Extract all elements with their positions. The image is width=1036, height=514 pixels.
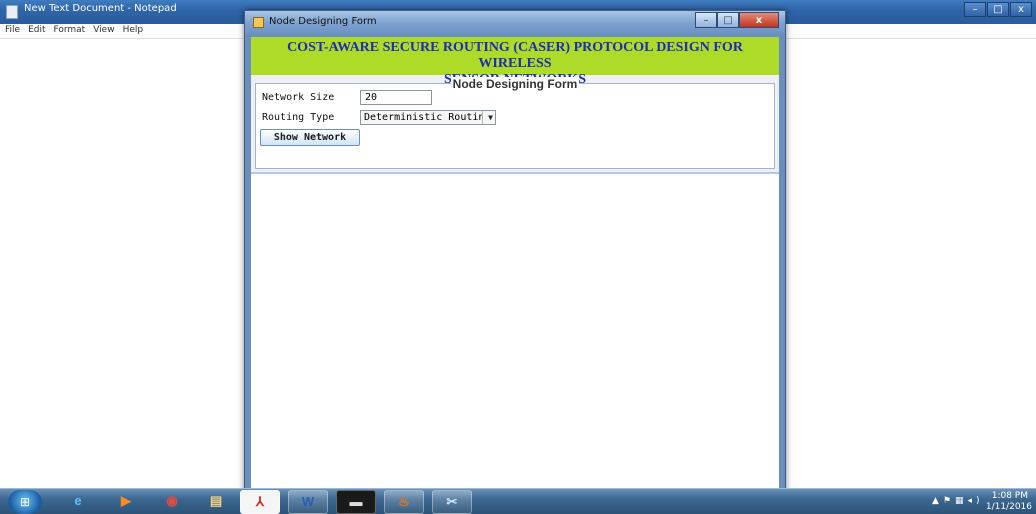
node-designing-dialog: Node Designing Form – □ x COST-AWARE SEC… [244, 10, 786, 498]
network-display-area [251, 174, 779, 497]
clock-time[interactable]: 1:08 PM [992, 491, 1028, 501]
menu-file[interactable]: File [0, 24, 23, 35]
routing-type-selected-value: Deterministic Routing [361, 111, 483, 124]
media-player-icon[interactable]: ▶ [106, 490, 146, 514]
file-explorer-icon[interactable]: ▤ [196, 490, 236, 514]
routing-type-select[interactable]: Deterministic Routing ▼ [360, 110, 496, 125]
tray-icons: ▲⚑▦◂) [932, 496, 984, 506]
java-cup-icon [253, 17, 264, 28]
show-network-button[interactable]: Show Network [260, 129, 360, 146]
network-size-input[interactable]: 20 [360, 90, 432, 105]
routing-type-label: Routing Type [262, 112, 335, 123]
menu-help[interactable]: Help [118, 24, 147, 35]
dialog-window-controls: – □ x [695, 12, 779, 28]
chrome-icon[interactable]: ◉ [152, 490, 192, 514]
snipping-tool-icon[interactable]: ✂ [432, 490, 472, 514]
network-icon[interactable]: ▦ [955, 496, 968, 506]
command-prompt-icon[interactable]: ▬ [336, 490, 376, 514]
menu-edit[interactable]: Edit [23, 24, 48, 35]
node-designing-fieldset: Node Designing Form Network Size 20 Rout… [255, 77, 775, 169]
protocol-heading: COST-AWARE SECURE ROUTING (CASER) PROTOC… [251, 37, 779, 87]
notepad-maximize-button[interactable]: □ [987, 2, 1009, 17]
dialog-maximize-button[interactable]: □ [717, 12, 739, 28]
heading-line-1: COST-AWARE SECURE ROUTING (CASER) PROTOC… [287, 40, 743, 71]
network-size-label: Network Size [262, 92, 335, 103]
java-icon[interactable]: ♨ [384, 490, 424, 514]
dialog-title: Node Designing Form [269, 16, 377, 27]
dialog-close-button[interactable]: x [739, 12, 779, 28]
notepad-window-controls: – □ x [964, 2, 1032, 17]
show-hidden-icons-icon[interactable]: ▲ [932, 496, 943, 506]
adobe-reader-icon[interactable]: ⅄ [240, 490, 280, 514]
dialog-body: COST-AWARE SECURE ROUTING (CASER) PROTOC… [251, 37, 779, 497]
volume-icon[interactable]: ◂) [968, 496, 984, 506]
dialog-titlebar[interactable]: Node Designing Form – □ x [245, 11, 785, 34]
notepad-icon [6, 5, 18, 19]
internet-explorer-icon[interactable]: e [58, 490, 98, 514]
clock-date[interactable]: 1/11/2016 [986, 502, 1032, 512]
taskbar: ⊞ e ▶ ◉ ▤ ⅄ W ▬ ♨ ✂ ▲⚑▦◂) 1:08 PM 1/11/2… [0, 488, 1036, 514]
notepad-title: New Text Document - Notepad [24, 3, 177, 14]
fieldset-legend-text: Node Designing Form [450, 77, 580, 91]
dropdown-arrow-icon[interactable]: ▼ [488, 111, 493, 124]
notepad-close-button[interactable]: x [1010, 2, 1032, 17]
notepad-minimize-button[interactable]: – [964, 2, 986, 17]
word-icon[interactable]: W [288, 490, 328, 514]
dialog-minimize-button[interactable]: – [695, 12, 717, 28]
menu-view[interactable]: View [88, 24, 117, 35]
system-tray: ▲⚑▦◂) 1:08 PM 1/11/2016 [896, 489, 1036, 514]
fieldset-legend: Node Designing Form [256, 75, 774, 93]
start-orb-icon[interactable]: ⊞ [8, 490, 42, 514]
menu-format[interactable]: Format [49, 24, 89, 35]
action-center-flag-icon[interactable]: ⚑ [943, 496, 955, 506]
